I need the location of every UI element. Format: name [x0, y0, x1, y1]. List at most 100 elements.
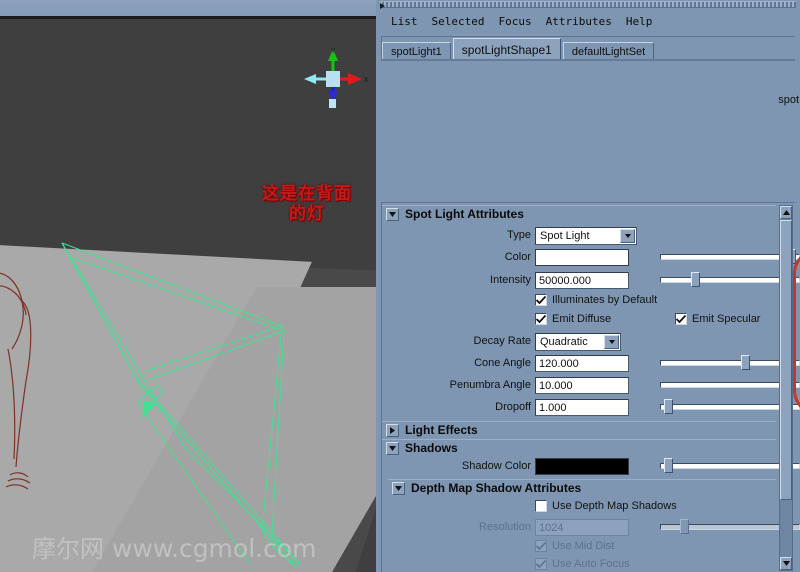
section-title: Spot Light Attributes [405, 207, 524, 221]
menu-list[interactable]: List [384, 13, 425, 30]
penumbra-angle-label: Penumbra Angle [449, 379, 531, 391]
check-icon [676, 315, 686, 323]
collapse-toggle-spot-light-attributes[interactable] [386, 207, 399, 221]
section-title: Depth Map Shadow Attributes [411, 481, 582, 495]
vertical-scrollbar[interactable] [779, 205, 793, 571]
annotation-line-1: 这是在背面 [262, 184, 352, 204]
section-shadows[interactable]: Shadows [382, 439, 776, 456]
type-dropdown-arrow[interactable] [620, 229, 635, 243]
axis-gizmo: Y X [304, 47, 369, 108]
check-icon [536, 542, 546, 550]
row-color: Color [382, 249, 800, 267]
menu-bar: List Selected Focus Attributes Help [376, 10, 800, 32]
shadow-color-label: Shadow Color [461, 460, 531, 472]
check-icon [536, 315, 546, 323]
checkbox-box[interactable] [675, 313, 687, 325]
menu-focus[interactable]: Focus [491, 13, 538, 30]
cone-angle-input[interactable]: 120.000 [535, 355, 629, 372]
scroll-down-button[interactable] [780, 557, 792, 570]
watermark: 摩尔网 www.cgmol.com [32, 529, 317, 564]
dropoff-label: Dropoff [495, 401, 531, 413]
slider-thumb[interactable] [741, 355, 751, 370]
chevron-down-icon [624, 234, 631, 238]
checkbox-box[interactable] [535, 500, 547, 512]
check-icon [536, 296, 546, 304]
chevron-down-icon [608, 340, 615, 344]
drag-grip[interactable] [380, 1, 796, 9]
resolution-label: Resolution [479, 521, 531, 533]
section-light-effects[interactable]: Light Effects [382, 421, 776, 438]
decay-rate-dropdown-arrow[interactable] [604, 335, 619, 349]
viewport-wireframe-overlay: Y X [0, 47, 369, 569]
color-swatch[interactable] [535, 249, 629, 266]
panel-drag-strip[interactable] [376, 0, 800, 10]
row-decay-rate: Decay Rate Quadratic [382, 333, 776, 351]
slider-thumb[interactable] [663, 399, 673, 414]
viewport-panel[interactable]: Y X 这是在背面 的灯 摩尔网 www.cgmol.com [0, 0, 376, 572]
intensity-label: Intensity [490, 274, 531, 286]
node-type-label: spotLight: [778, 94, 800, 106]
type-dropdown[interactable]: Spot Light [535, 227, 637, 245]
slider-thumb[interactable] [663, 458, 673, 473]
dropoff-input[interactable]: 1.000 [535, 399, 629, 416]
resolution-input[interactable]: 1024 [535, 519, 629, 536]
chevron-down-icon [389, 445, 396, 451]
checkbox-box[interactable] [535, 558, 547, 570]
intensity-input[interactable]: 50000.000 [535, 272, 629, 289]
checkbox-illuminates-by-default[interactable]: Illuminates by Default [535, 294, 657, 306]
watermark-cn: 摩尔网 [32, 535, 104, 563]
collapse-toggle-light-effects[interactable] [386, 423, 399, 437]
shadow-color-swatch[interactable] [535, 458, 629, 475]
checkbox-use-mid-dist[interactable]: Use Mid Dist [535, 540, 614, 552]
section-title: Shadows [405, 441, 458, 455]
svg-text:Y: Y [331, 47, 336, 55]
tab-spotlightshape1[interactable]: spotLightShape1 [452, 38, 561, 61]
menu-selected[interactable]: Selected [425, 13, 492, 30]
checkbox-label: Use Mid Dist [552, 540, 615, 552]
maya-attribute-editor-screenshot: Y X 这是在背面 的灯 摩尔网 www.cgmol.com List Sele… [0, 0, 800, 572]
checkbox-use-auto-focus[interactable]: Use Auto Focus [535, 558, 630, 570]
checkbox-label: Emit Specular [692, 313, 761, 325]
row-intensity: Intensity 50000.000 [382, 272, 800, 290]
scrollbar-thumb[interactable] [780, 220, 792, 500]
checkbox-box[interactable] [535, 313, 547, 325]
section-depth-map-shadow-attributes[interactable]: Depth Map Shadow Attributes [388, 479, 776, 496]
menu-attributes[interactable]: Attributes [539, 13, 619, 30]
checkbox-use-depth-map-shadows[interactable]: Use Depth Map Shadows [535, 500, 677, 512]
section-spot-light-attributes[interactable]: Spot Light Attributes [382, 205, 776, 222]
collapse-toggle-shadows[interactable] [386, 441, 399, 455]
watermark-url: www.cgmol.com [111, 534, 317, 563]
slider-thumb[interactable] [679, 519, 689, 534]
checkbox-box[interactable] [535, 294, 547, 306]
checkbox-emit-specular[interactable]: Emit Specular [675, 313, 760, 325]
scroll-up-button[interactable] [780, 206, 792, 219]
chevron-down-icon [389, 211, 396, 217]
checkbox-emit-diffuse[interactable]: Emit Diffuse [535, 313, 611, 325]
annotation-line-2: 的灯 [289, 204, 325, 224]
penumbra-angle-input[interactable]: 10.000 [535, 377, 629, 394]
checkbox-label: Use Auto Focus [552, 558, 630, 570]
checkbox-label: Use Depth Map Shadows [552, 500, 677, 512]
chevron-down-icon [395, 485, 402, 491]
decay-rate-value: Quadratic [540, 336, 588, 348]
row-cone-angle: Cone Angle 120.000 [382, 355, 800, 373]
viewport-canvas[interactable]: Y X 这是在背面 的灯 摩尔网 www.cgmol.com [0, 19, 376, 572]
slider-thumb[interactable] [691, 272, 701, 287]
tab-strip: spotLight1 spotLightShape1 defaultLightS… [381, 36, 795, 61]
row-penumbra-angle: Penumbra Angle 10.000 [382, 377, 800, 395]
checkbox-label: Illuminates by Default [552, 294, 658, 306]
collapse-toggle-depth-map-shadow-attributes[interactable] [392, 481, 405, 495]
checkbox-label: Emit Diffuse [552, 313, 612, 325]
chevron-down-icon [782, 561, 790, 566]
row-shadow-color: Shadow Color [382, 458, 800, 476]
decay-rate-dropdown[interactable]: Quadratic [535, 333, 621, 351]
tab-underline [381, 59, 795, 61]
menu-help[interactable]: Help [619, 13, 660, 30]
checkbox-box[interactable] [535, 540, 547, 552]
collapse-arrow-icon[interactable] [380, 3, 385, 9]
cone-angle-label: Cone Angle [474, 357, 531, 369]
row-type: Type Spot Light [382, 227, 776, 245]
svg-text:X: X [364, 76, 369, 84]
section-title: Light Effects [405, 423, 478, 437]
decay-rate-label: Decay Rate [473, 335, 531, 347]
